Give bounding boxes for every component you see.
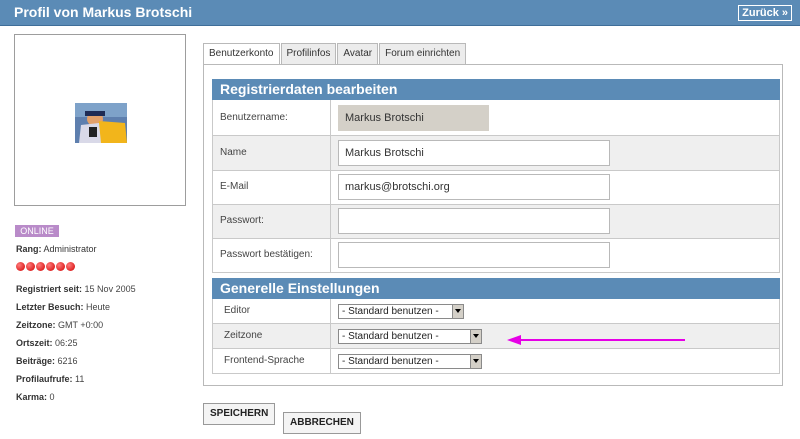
column-divider [330,299,331,323]
column-divider [330,349,331,373]
password-confirm-field[interactable] [338,242,610,268]
stat-last-visit: Letzter Besuch: Heute [16,302,111,312]
annotation-arrow-icon [507,335,685,345]
stat-registered: Registriert seit: 15 Nov 2005 [16,284,136,294]
tab-account[interactable]: Benutzerkonto [203,43,280,66]
row-password: Passwort: [212,205,780,239]
chevron-down-icon [452,305,463,318]
page-title: Profil von Markus Brotschi [14,4,193,20]
row-editor: Editor - Standard benutzen - [212,299,780,324]
tab-profile-info[interactable]: Profilinfos [280,43,337,65]
avatar [75,103,127,143]
frontend-language-select[interactable]: - Standard benutzen - [338,354,482,369]
chevron-down-icon [470,330,481,343]
editor-label: Editor [224,305,251,316]
frontend-language-select-value: - Standard benutzen - [342,356,439,367]
column-divider [330,136,331,170]
rank-dot-icon [56,262,65,271]
frontend-language-label: Frontend-Sprache [224,355,305,366]
column-divider [330,100,331,135]
stat-profile-views: Profilaufrufe: 11 [16,374,85,384]
editor-select-value: - Standard benutzen - [342,306,439,317]
cancel-button[interactable]: ABBRECHEN [283,412,361,434]
rank-line: Rang: Administrator [16,244,97,254]
rank-label: Rang: [16,244,42,254]
email-label: E-Mail [220,181,249,192]
stat-posts: Beiträge: 6216 [16,356,78,366]
username-label: Benutzername: [220,112,288,123]
rank-value: Administrator [43,244,97,254]
name-label: Name [220,147,247,158]
row-email: E-Mail markus@brotschi.org [212,171,780,205]
stat-timezone: Zeitzone: GMT +0:00 [16,320,104,330]
timezone-label: Zeitzone [224,330,263,341]
avatar-frame [14,34,186,206]
profile-sidebar [14,34,186,206]
column-divider [330,239,331,272]
password-field[interactable] [338,208,610,234]
rank-dot-icon [26,262,35,271]
rank-dot-icon [36,262,45,271]
name-field[interactable]: Markus Brotschi [338,140,610,166]
tab-forum-setup[interactable]: Forum einrichten [379,43,467,65]
editor-select[interactable]: - Standard benutzen - [338,304,464,319]
row-username: Benutzername: Markus Brotschi [212,100,780,136]
column-divider [330,205,331,238]
back-button[interactable]: Zurück » [738,5,792,21]
column-divider [330,324,331,348]
row-timezone: Zeitzone - Standard benutzen - [212,324,780,349]
password-label: Passwort: [220,215,264,226]
title-bar: Profil von Markus Brotschi Zurück » [0,0,800,26]
stat-karma: Karma: 0 [16,392,55,402]
email-field[interactable]: markus@brotschi.org [338,174,610,200]
username-field: Markus Brotschi [338,105,489,131]
column-divider [330,171,331,204]
tab-avatar[interactable]: Avatar [337,43,379,65]
row-password-confirm: Passwort bestätigen: [212,239,780,273]
save-button[interactable]: SPEICHERN [203,403,276,425]
row-name: Name Markus Brotschi [212,136,780,171]
section-header-general: Generelle Einstellungen [212,278,780,299]
stat-local-time: Ortszeit: 06:25 [16,338,78,348]
online-status-badge: ONLINE [15,225,59,237]
row-frontend-language: Frontend-Sprache - Standard benutzen - [212,349,780,374]
password-confirm-label: Passwort bestätigen: [220,249,313,260]
rank-dots [16,262,75,271]
tab-bar: Benutzerkonto Profilinfos Avatar Forum e… [203,43,467,66]
section-header-registration: Registrierdaten bearbeiten [212,79,780,100]
rank-dot-icon [66,262,75,271]
rank-dot-icon [46,262,55,271]
timezone-select-value: - Standard benutzen - [342,331,439,342]
timezone-select[interactable]: - Standard benutzen - [338,329,482,344]
chevron-down-icon [470,355,481,368]
rank-dot-icon [16,262,25,271]
